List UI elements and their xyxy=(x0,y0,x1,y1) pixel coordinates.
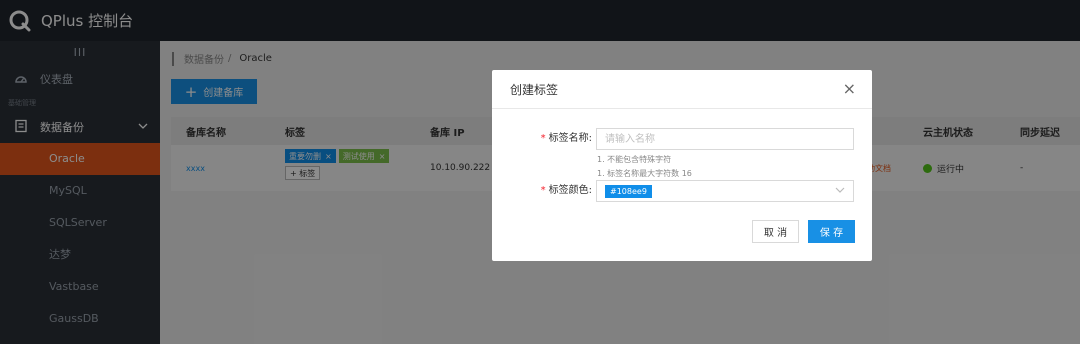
dialog-header: 创建标签 × xyxy=(492,70,872,109)
hint-text: 1. 标签名称最大字符数 16 xyxy=(597,169,692,178)
save-button[interactable]: 保 存 xyxy=(808,220,855,243)
tag-name-label: * 标签名称: xyxy=(540,133,592,144)
tag-name-hints: 1. 不能包含特殊字符 1. 标签名称最大字符数 16 xyxy=(597,153,692,181)
create-tag-dialog: 创建标签 × *标签名称: 1. 不能包含特殊字符 1. 标签名称最大字符数 1… xyxy=(492,70,872,261)
chevron-down-icon xyxy=(835,185,845,198)
tag-color-label: * 标签颜色: xyxy=(540,185,592,196)
tag-name-row: * 标签名称: xyxy=(492,128,854,150)
tag-name-input[interactable] xyxy=(596,128,854,150)
close-icon[interactable]: × xyxy=(843,81,856,97)
hint-text: 1. 不能包含特殊字符 xyxy=(597,155,672,164)
cancel-button[interactable]: 取 消 xyxy=(752,220,799,243)
selected-color-chip: #108ee9 xyxy=(605,184,652,198)
dialog-title: 创建标签 xyxy=(510,82,559,97)
tag-color-row: * 标签颜色: #108ee9 xyxy=(492,180,854,202)
tag-color-select[interactable]: #108ee9 xyxy=(596,180,854,202)
